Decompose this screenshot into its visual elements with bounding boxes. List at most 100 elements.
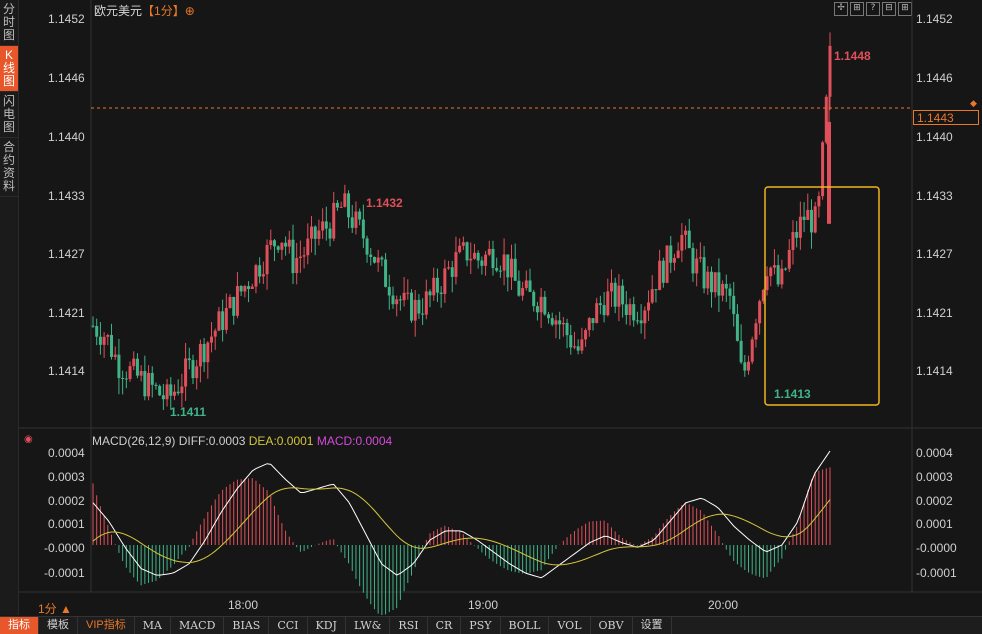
- candle: [147, 372, 151, 397]
- indicator-cr[interactable]: CR: [428, 617, 462, 634]
- candle: [106, 335, 110, 337]
- candle: [454, 252, 458, 277]
- candle: [139, 371, 143, 376]
- candle: [561, 322, 565, 325]
- candle: [747, 361, 751, 371]
- candle: [247, 286, 251, 289]
- candle: [506, 254, 510, 278]
- candle: [535, 306, 539, 313]
- candle: [143, 371, 147, 397]
- candle: [743, 362, 747, 371]
- candle: [295, 258, 299, 274]
- indicator-rsi[interactable]: RSI: [390, 617, 428, 634]
- candle: [724, 283, 728, 289]
- candle: [269, 240, 273, 246]
- candle: [728, 288, 732, 296]
- candle: [321, 221, 325, 231]
- candle: [713, 272, 717, 293]
- template-tab[interactable]: 模板: [39, 617, 78, 634]
- candle: [158, 385, 162, 396]
- candle: [465, 242, 469, 261]
- candle: [239, 286, 243, 292]
- indicator-vol[interactable]: VOL: [549, 617, 591, 634]
- candle: [784, 268, 788, 270]
- candle: [224, 308, 228, 330]
- candle: [791, 231, 795, 250]
- candle: [647, 302, 651, 311]
- candle: [132, 358, 136, 367]
- candle: [813, 206, 817, 233]
- indicator-ma[interactable]: MA: [135, 617, 171, 634]
- candle: [476, 252, 480, 261]
- candle: [628, 304, 632, 316]
- candle: [398, 299, 402, 301]
- candle: [550, 318, 554, 325]
- candle: [680, 234, 684, 251]
- candle: [650, 289, 654, 303]
- candle: [221, 311, 225, 330]
- candle: [702, 257, 706, 289]
- candle: [809, 209, 813, 233]
- candle: [587, 318, 591, 331]
- candle: [491, 248, 495, 268]
- candle: [580, 339, 584, 351]
- candle: [202, 343, 206, 363]
- indicator-boll[interactable]: BOLL: [501, 617, 550, 634]
- candle: [765, 276, 769, 291]
- candle: [347, 193, 351, 218]
- candle: [265, 245, 269, 275]
- vip-indicator-tab[interactable]: VIP指标: [78, 617, 135, 634]
- indicator-tab[interactable]: 指标: [0, 617, 39, 634]
- candle: [210, 336, 214, 343]
- candle: [424, 291, 428, 315]
- indicator-cci[interactable]: CCI: [269, 617, 308, 634]
- candle: [113, 354, 117, 357]
- candlestick-chart[interactable]: 1.1432 1.1411 1.1413 1.1448: [0, 0, 982, 615]
- candle: [298, 256, 302, 259]
- candle: [528, 280, 532, 292]
- candle: [572, 346, 576, 348]
- indicator-obv[interactable]: OBV: [591, 617, 633, 634]
- candle: [135, 358, 139, 376]
- candle: [554, 320, 558, 325]
- candle: [802, 216, 806, 220]
- candle: [709, 271, 713, 293]
- candle: [306, 238, 310, 256]
- indicator-lw[interactable]: LW&: [346, 617, 391, 634]
- indicator-psy[interactable]: PSY: [461, 617, 501, 634]
- candle: [391, 295, 395, 305]
- candle: [98, 336, 102, 345]
- candle: [276, 246, 280, 250]
- candle: [213, 330, 217, 337]
- candle: [469, 258, 473, 261]
- candle: [706, 271, 710, 289]
- candle: [395, 299, 399, 305]
- candle: [821, 142, 825, 197]
- candle: [543, 296, 547, 315]
- low-annotation: 1.1413: [774, 387, 811, 401]
- candle: [495, 267, 499, 271]
- candle: [95, 325, 99, 337]
- candle: [117, 354, 121, 379]
- indicator-kdj[interactable]: KDJ: [308, 617, 346, 634]
- candle: [310, 226, 314, 239]
- candle: [284, 242, 288, 247]
- candle: [458, 245, 462, 253]
- candle: [661, 260, 665, 283]
- indicator-bias[interactable]: BIAS: [224, 617, 270, 634]
- candle: [402, 292, 406, 301]
- indicator-macd[interactable]: MACD: [171, 617, 225, 634]
- candle: [280, 242, 284, 250]
- candle: [128, 366, 132, 380]
- candle: [827, 121, 831, 224]
- candle: [191, 360, 195, 379]
- candle: [291, 239, 295, 274]
- settings-tab[interactable]: 设置: [633, 617, 672, 634]
- candle: [187, 358, 191, 361]
- candle: [698, 257, 702, 259]
- candle: [735, 314, 739, 341]
- candle: [261, 274, 265, 277]
- low-annotation: 1.1411: [170, 405, 206, 419]
- candle: [502, 254, 506, 271]
- candle: [687, 230, 691, 249]
